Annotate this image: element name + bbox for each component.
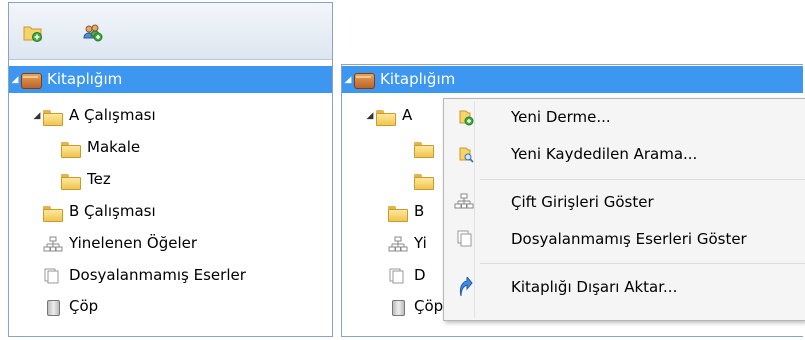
- new-collection-icon[interactable]: [23, 24, 43, 42]
- new-collection-icon: [446, 107, 474, 127]
- tree-item-label: Yi: [414, 234, 427, 252]
- folder-icon: [43, 205, 63, 222]
- duplicate-items-icon: [446, 192, 474, 212]
- tree-item-my-library[interactable]: ◢ Kitaplığım: [342, 66, 803, 93]
- folder-icon: [388, 205, 408, 222]
- folder-icon: [414, 141, 434, 158]
- menu-item-export-library[interactable]: Kitaplığı Dışarı Aktar...: [446, 273, 805, 301]
- tree-item-trash[interactable]: Çöp: [9, 293, 332, 320]
- saved-search-icon: [446, 144, 474, 164]
- unfiled-items-icon: [388, 268, 408, 284]
- tree-item-label: Yinelenen Öğeler: [69, 234, 198, 252]
- collections-pane-left: ◢ Kitaplığım ◢ A Çalışması Makale Tez B …: [8, 2, 333, 337]
- folder-icon: [61, 173, 81, 190]
- library-icon: [354, 72, 375, 89]
- collections-toolbar: [9, 3, 332, 60]
- tree-item-unfiled[interactable]: Dosyalanmamış Eserler: [9, 262, 332, 289]
- menu-item-label: Kitaplığı Dışarı Aktar...: [511, 278, 678, 296]
- menu-item-new-collection[interactable]: Yeni Derme...: [446, 103, 805, 131]
- tree-item-label: A: [402, 106, 413, 124]
- tree-item-my-library[interactable]: ◢ Kitaplığım: [9, 66, 332, 93]
- menu-separator: [480, 263, 805, 264]
- library-icon: [21, 72, 42, 89]
- menu-item-label: Dosyalanmamış Eserleri Göster: [511, 230, 747, 248]
- expand-arrow-icon[interactable]: ◢: [9, 75, 21, 85]
- trash-icon: [388, 299, 408, 316]
- unfiled-items-icon: [43, 268, 63, 284]
- folder-icon: [376, 109, 396, 126]
- new-group-icon[interactable]: [83, 24, 103, 42]
- tree-item-tez[interactable]: Tez: [9, 166, 332, 193]
- menu-item-label: Yeni Kaydedilen Arama...: [511, 145, 698, 163]
- unfiled-items-icon: [446, 229, 474, 249]
- tree-item-label: Makale: [87, 138, 141, 156]
- expand-arrow-icon[interactable]: ◢: [31, 111, 43, 121]
- duplicate-items-icon: [388, 236, 408, 252]
- tree-item-a-study[interactable]: ◢ A Çalışması: [9, 102, 332, 129]
- export-arrow-icon: [446, 277, 474, 297]
- tree-item-label: Çöp: [69, 297, 99, 315]
- tree-item-label: Dosyalanmamış Eserler: [69, 266, 246, 284]
- menu-item-label: Yeni Derme...: [511, 108, 611, 126]
- tree-item-label: Kitaplığım: [380, 70, 456, 88]
- folder-icon: [61, 141, 81, 158]
- menu-separator: [480, 179, 805, 180]
- tree-item-label: A Çalışması: [69, 106, 156, 124]
- tree-item-label: B Çalışması: [69, 202, 156, 220]
- duplicate-items-icon: [43, 236, 63, 252]
- trash-icon: [43, 299, 63, 316]
- folder-icon: [414, 173, 434, 190]
- tree-item-label: D: [414, 266, 426, 284]
- expand-arrow-icon[interactable]: ◢: [342, 75, 354, 85]
- tree-item-label: B: [414, 202, 425, 220]
- menu-item-show-unfiled[interactable]: Dosyalanmamış Eserleri Göster: [446, 225, 805, 253]
- tree-item-label: Çöp: [414, 297, 444, 315]
- tree-item-makale[interactable]: Makale: [9, 134, 332, 161]
- tree-item-duplicates[interactable]: Yinelenen Öğeler: [9, 230, 332, 257]
- folder-icon: [43, 109, 63, 126]
- menu-item-show-duplicates[interactable]: Çift Girişleri Göster: [446, 188, 805, 216]
- expand-arrow-icon[interactable]: ◢: [364, 111, 376, 121]
- menu-item-label: Çift Girişleri Göster: [511, 193, 654, 211]
- tree-item-label: Tez: [87, 170, 111, 188]
- tree-item-label: Kitaplığım: [47, 70, 123, 88]
- tree-item-b-study[interactable]: B Çalışması: [9, 198, 332, 225]
- menu-item-new-saved-search[interactable]: Yeni Kaydedilen Arama...: [446, 140, 805, 168]
- context-menu: Yeni Derme... Yeni Kaydedilen Arama... Ç…: [443, 98, 805, 321]
